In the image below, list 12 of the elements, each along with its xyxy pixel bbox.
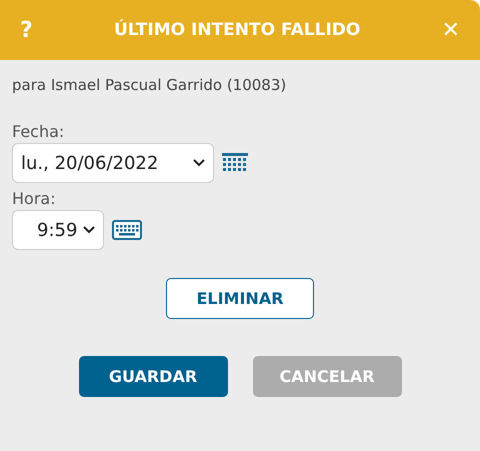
time-select[interactable]: 9:59 <box>12 210 104 250</box>
chevron-icon <box>193 159 205 167</box>
chevron-icon <box>83 226 95 234</box>
field-label: Fecha: <box>12 122 64 141</box>
save-button[interactable]: GUARDAR <box>78 356 228 397</box>
date-select[interactable]: lu., 20/06/2022 <box>12 143 214 183</box>
field-label: Hora: <box>12 189 56 208</box>
delete-button[interactable]: ELIMINAR <box>166 278 314 319</box>
keyboard-icon[interactable] <box>112 220 142 240</box>
subtitle: para Ismael Pascual Garrido (10083) <box>12 76 286 94</box>
window-title: ÚLTIMO INTENTO FALLIDO <box>114 20 360 40</box>
calendar-icon[interactable] <box>222 153 248 173</box>
